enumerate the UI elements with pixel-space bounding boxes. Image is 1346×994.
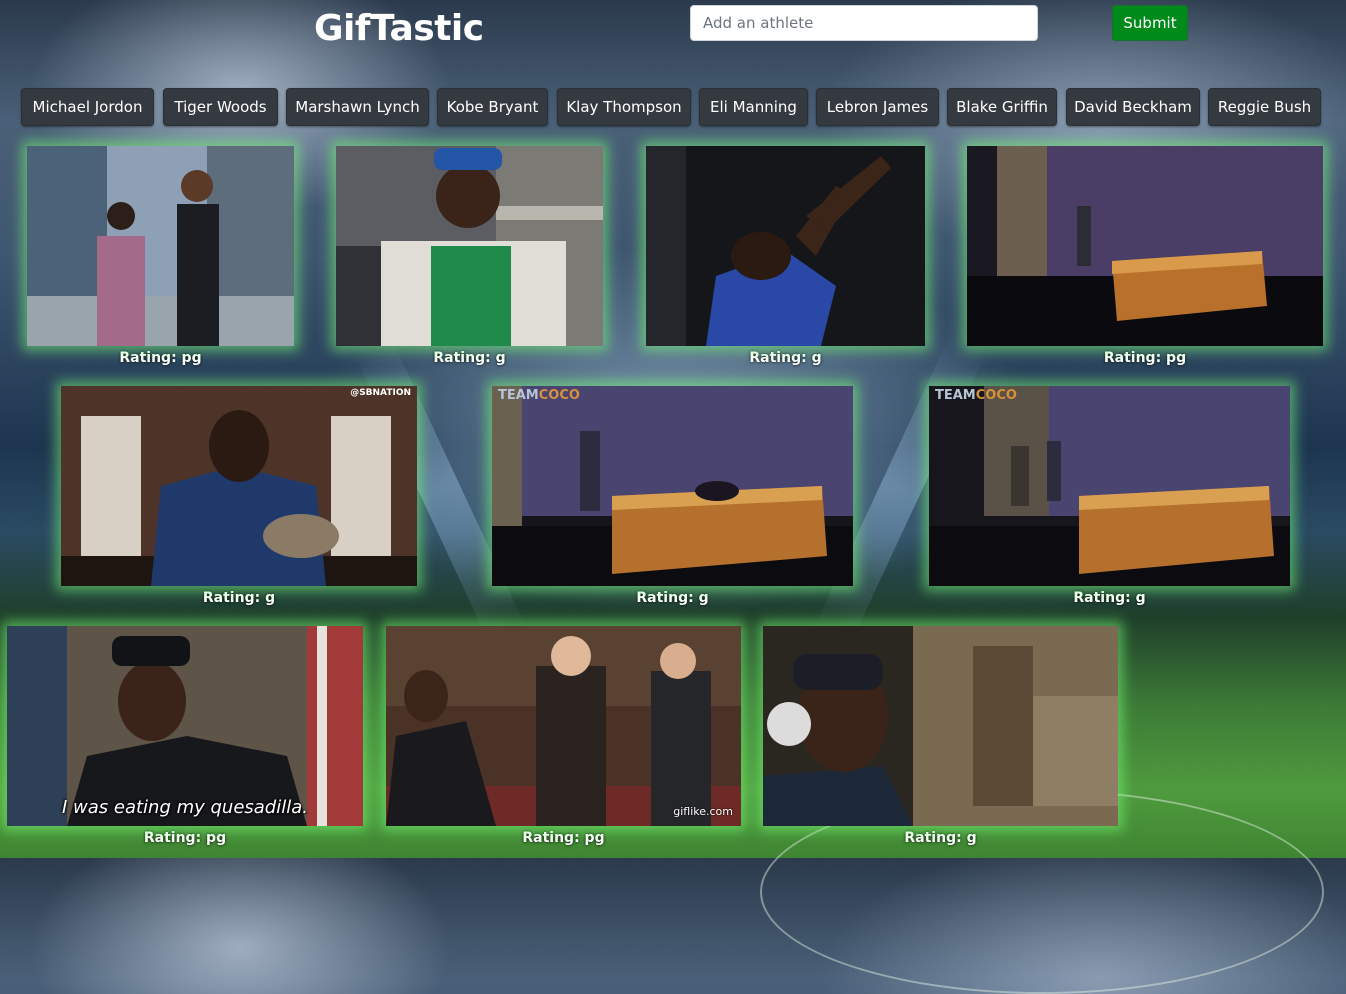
gif-card: Rating: pg — [27, 146, 294, 366]
gif-card: I was eating my quesadilla. Rating: pg — [7, 626, 363, 846]
athlete-button-eli-manning[interactable]: Eli Manning — [699, 88, 808, 126]
gif-card: @SBNATION Rating: g — [61, 386, 417, 606]
gif-rating: Rating: g — [1073, 590, 1146, 606]
gif-rating: Rating: g — [433, 350, 506, 366]
athlete-button-reggie-bush[interactable]: Reggie Bush — [1208, 88, 1321, 126]
gif-card: TEAMCOCO Rating: g — [929, 386, 1290, 606]
gif-card: Rating: g — [646, 146, 925, 366]
gif-image[interactable]: TEAMCOCO — [492, 386, 853, 586]
athlete-button-tiger-woods[interactable]: Tiger Woods — [163, 88, 278, 126]
submit-button[interactable]: Submit — [1112, 5, 1188, 41]
gif-rating: Rating: pg — [522, 830, 605, 846]
athlete-input[interactable] — [690, 5, 1038, 41]
gif-image[interactable] — [336, 146, 603, 346]
gif-image[interactable] — [967, 146, 1323, 346]
gif-card: Rating: g — [336, 146, 603, 366]
gif-image[interactable]: @SBNATION — [61, 386, 417, 586]
gif-image[interactable]: giflike.com — [386, 626, 741, 826]
sbnation-logo: @SBNATION — [350, 388, 411, 398]
gif-rating: Rating: g — [749, 350, 822, 366]
gif-card: giflike.com Rating: pg — [386, 626, 741, 846]
gif-card: Rating: g — [763, 626, 1118, 846]
teamcoco-logo: TEAMCOCO — [935, 388, 1017, 403]
gif-card: Rating: pg — [967, 146, 1323, 366]
gif-caption: I was eating my quesadilla. — [61, 797, 308, 818]
athlete-button-lebron-james[interactable]: Lebron James — [816, 88, 939, 126]
gif-rating: Rating: pg — [143, 830, 227, 846]
athlete-button-michael-jordon[interactable]: Michael Jordon — [21, 88, 154, 126]
gif-image[interactable] — [763, 626, 1118, 826]
gif-rating: Rating: pg — [1103, 350, 1187, 366]
gif-image[interactable] — [646, 146, 925, 346]
gif-image[interactable]: I was eating my quesadilla. — [7, 626, 363, 826]
gif-rating: Rating: pg — [119, 350, 202, 366]
athlete-button-marshawn-lynch[interactable]: Marshawn Lynch — [286, 88, 429, 126]
athlete-button-david-beckham[interactable]: David Beckham — [1066, 88, 1200, 126]
gif-card: TEAMCOCO Rating: g — [492, 386, 853, 606]
gif-rating: Rating: g — [904, 830, 977, 846]
gif-rating: Rating: g — [202, 590, 276, 606]
gif-watermark: giflike.com — [673, 805, 733, 818]
athlete-button-klay-thompson[interactable]: Klay Thompson — [557, 88, 691, 126]
page-title: GifTastic — [314, 8, 484, 49]
gif-image[interactable]: TEAMCOCO — [929, 386, 1290, 586]
gif-image[interactable] — [27, 146, 294, 346]
athlete-button-kobe-bryant[interactable]: Kobe Bryant — [437, 88, 548, 126]
athlete-buttons: Michael Jordon Tiger Woods Marshawn Lync… — [0, 88, 1346, 126]
athlete-button-blake-griffin[interactable]: Blake Griffin — [947, 88, 1057, 126]
gif-rating: Rating: g — [636, 590, 709, 606]
teamcoco-logo: TEAMCOCO — [498, 388, 580, 403]
